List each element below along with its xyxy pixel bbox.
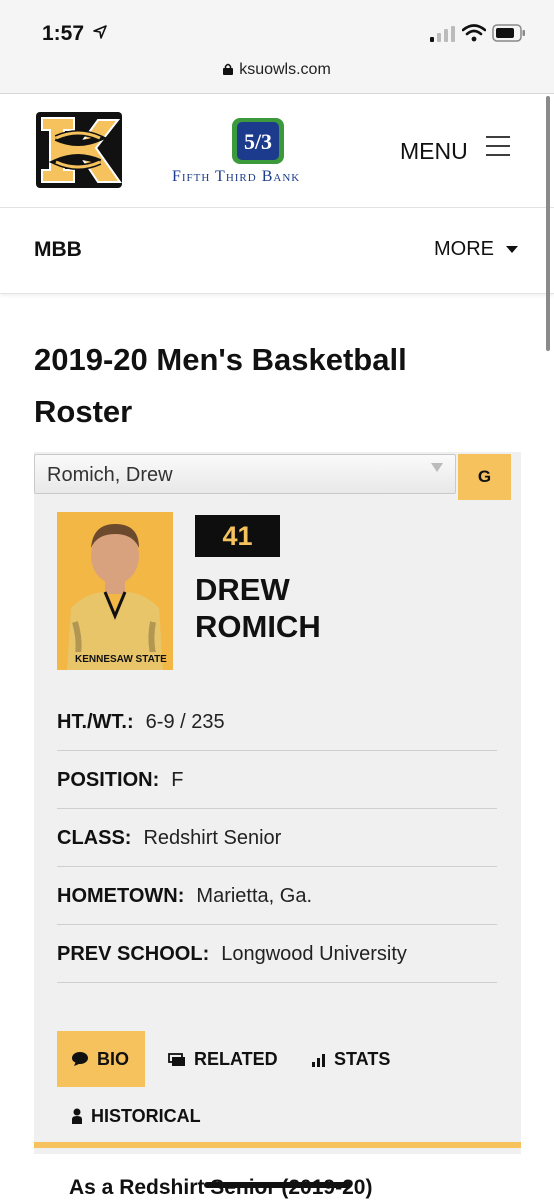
info-value: F xyxy=(171,769,184,791)
player-select-value: Romich, Drew xyxy=(47,464,173,486)
sponsor-logo[interactable]: 5/3 Fifth Third Bank xyxy=(168,116,348,196)
tab-related[interactable]: RELATED xyxy=(154,1031,288,1087)
page-title: 2019-20 Men's Basketball Roster xyxy=(34,342,407,429)
stacked-cards-icon xyxy=(168,1053,185,1066)
svg-text:5/3: 5/3 xyxy=(244,129,272,154)
lock-icon xyxy=(223,63,234,75)
sport-label[interactable]: MBB xyxy=(34,238,82,262)
info-label: CLASS: xyxy=(57,827,132,849)
info-row-hometown: HOMETOWN: Marietta, Ga. xyxy=(57,867,497,925)
info-label: PREV SCHOOL: xyxy=(57,943,210,965)
scrollbar[interactable] xyxy=(546,96,550,351)
info-value: Redshirt Senior xyxy=(143,827,282,849)
tab-label: STATS xyxy=(334,1049,391,1069)
bank-name: Fifth Third Bank xyxy=(172,168,301,185)
select-arrow-icon[interactable] xyxy=(431,463,443,473)
person-icon xyxy=(72,1108,82,1124)
speech-bubble-icon xyxy=(72,1052,88,1066)
ks-logo[interactable] xyxy=(34,108,124,192)
tab-bio[interactable]: BIO xyxy=(57,1031,145,1087)
player-first-name: DREW xyxy=(195,572,290,607)
sport-subnav: MBB MORE xyxy=(0,208,554,294)
tab-stats[interactable]: STATS xyxy=(298,1031,408,1087)
player-last-name: ROMICH xyxy=(195,609,321,644)
player-photo-image xyxy=(57,512,173,670)
info-value: Marietta, Ga. xyxy=(196,885,313,907)
position-filter-badge[interactable]: G xyxy=(458,454,511,500)
info-value: Longwood University xyxy=(221,943,407,965)
info-value: 6-9 / 235 xyxy=(145,711,225,733)
bar-chart-icon xyxy=(312,1054,325,1067)
tab-label: HISTORICAL xyxy=(91,1106,201,1126)
info-row-class: CLASS: Redshirt Senior xyxy=(57,809,497,867)
hamburger-icon[interactable] xyxy=(486,134,510,158)
home-indicator[interactable] xyxy=(204,1182,352,1188)
status-bar: 1:57 xyxy=(0,0,554,56)
info-label: POSITION: xyxy=(57,769,160,791)
info-row-height-weight: HT./WT.: 6-9 / 235 xyxy=(57,693,497,751)
photo-caption: KENNESAW STATE xyxy=(75,654,167,665)
clock: 1:57 xyxy=(42,22,85,45)
info-label: HOMETOWN: xyxy=(57,885,185,907)
tab-label: BIO xyxy=(97,1049,130,1069)
player-card: Romich, Drew G KENNESAW STATE 41 DREW RO… xyxy=(34,452,521,1154)
tab-historical[interactable]: HISTORICAL xyxy=(57,1088,237,1144)
url-text: ksuowls.com xyxy=(239,61,331,78)
tab-underline xyxy=(34,1142,521,1148)
tab-label: RELATED xyxy=(194,1049,278,1069)
fifth-third-bank-icon: 5/3 xyxy=(232,118,284,164)
info-label: HT./WT.: xyxy=(57,711,134,733)
info-row-prev-school: PREV SCHOOL: Longwood University xyxy=(57,925,497,983)
caret-down-icon[interactable] xyxy=(506,246,518,254)
player-photo: KENNESAW STATE xyxy=(57,512,173,670)
battery-icon xyxy=(492,24,525,42)
address-bar[interactable]: ksuowls.com xyxy=(0,56,554,94)
location-arrow-icon xyxy=(93,25,107,39)
cellular-signal-icon xyxy=(430,26,455,42)
menu-button[interactable]: MENU xyxy=(400,138,468,165)
bio-heading: As a Redshirt Senior (2019-20) xyxy=(69,1176,372,1199)
more-dropdown[interactable]: MORE xyxy=(434,238,494,261)
info-row-position: POSITION: F xyxy=(57,751,497,809)
jersey-number: 41 xyxy=(195,515,280,557)
player-select[interactable]: Romich, Drew xyxy=(34,454,456,494)
site-header: 5/3 Fifth Third Bank MENU xyxy=(0,94,554,208)
wifi-icon xyxy=(462,24,486,42)
